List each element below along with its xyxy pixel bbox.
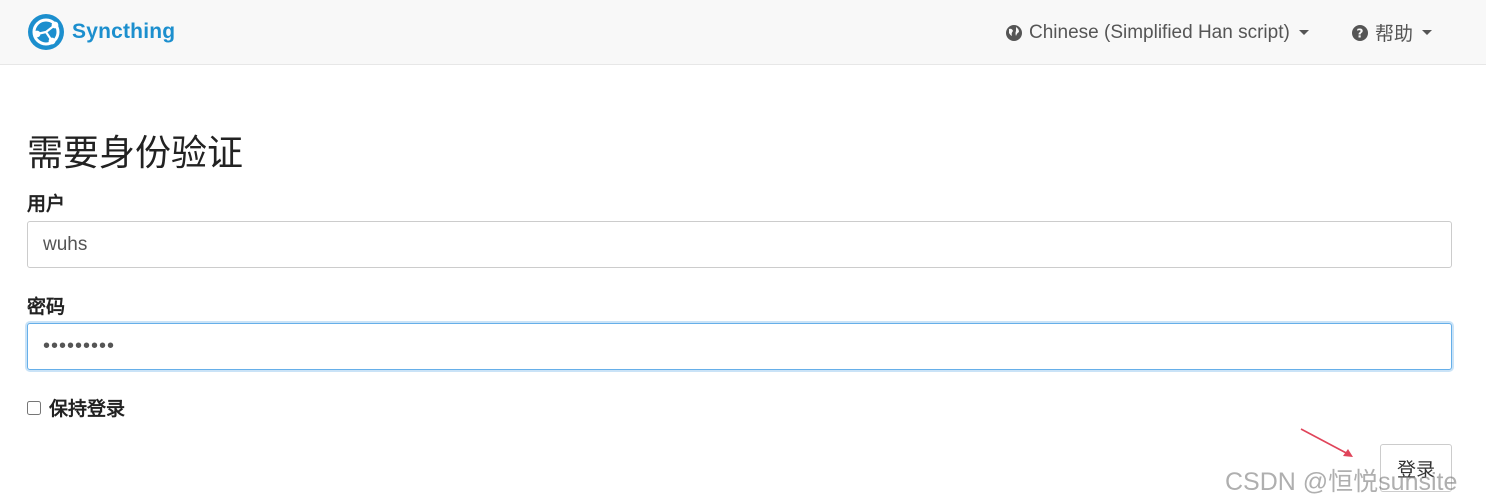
password-label: 密码 xyxy=(27,297,66,318)
globe-icon xyxy=(1006,24,1022,41)
chevron-down-icon xyxy=(1298,30,1309,35)
question-circle-icon: ? xyxy=(1352,24,1368,41)
help-label: 帮助 xyxy=(1375,24,1414,45)
username-input[interactable] xyxy=(27,221,1452,268)
chevron-down-icon xyxy=(1422,30,1433,35)
brand-link[interactable]: Syncthing xyxy=(27,13,175,51)
remember-me: 保持登录 xyxy=(27,394,125,421)
language-dropdown[interactable]: Chinese (Simplified Han script) xyxy=(1005,0,1309,65)
help-dropdown[interactable]: ? 帮助 xyxy=(1351,0,1433,65)
svg-text:?: ? xyxy=(1357,26,1364,40)
watermark: CSDN @恒悦sunsite xyxy=(1225,468,1458,496)
remember-label: 保持登录 xyxy=(49,399,126,420)
page-title: 需要身份验证 xyxy=(27,132,244,173)
top-navbar: Syncthing Chinese (Simplified Han script… xyxy=(0,0,1486,65)
password-input[interactable] xyxy=(27,323,1452,370)
syncthing-logo-icon xyxy=(28,14,64,50)
remember-checkbox[interactable] xyxy=(27,400,41,415)
brand-name: Syncthing xyxy=(72,20,176,43)
language-label: Chinese (Simplified Han script) xyxy=(1029,21,1290,43)
user-label: 用户 xyxy=(27,194,66,215)
annotation-arrow-icon xyxy=(1300,428,1353,457)
